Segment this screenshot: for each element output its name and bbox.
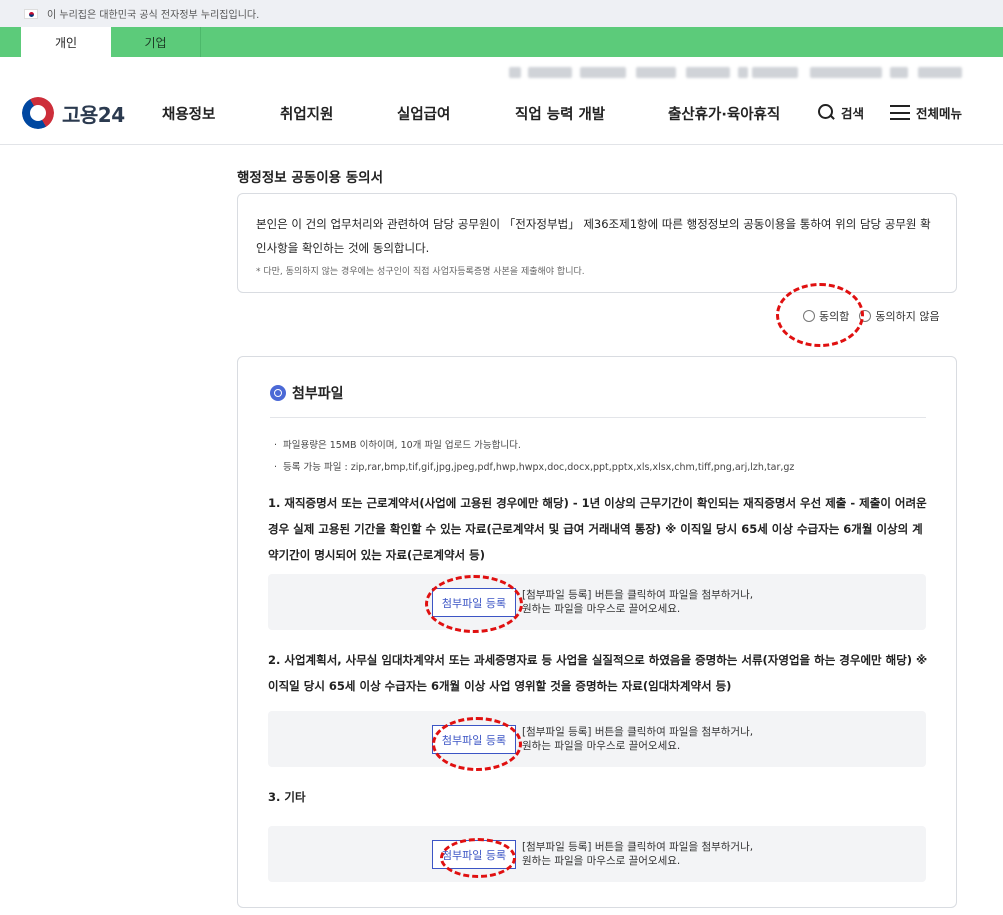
nav-parental-leave[interactable]: 출산휴가·육아휴직: [668, 103, 808, 124]
consent-radio-group: 동의함 동의하지 않음: [803, 308, 940, 324]
nav-unemployment-benefit[interactable]: 실업급여: [397, 103, 515, 124]
consent-body: 본인은 이 건의 업무처리와 관련하여 담당 공무원이 「전자정부법」 제36조…: [256, 217, 931, 255]
agree-label[interactable]: 동의함: [819, 308, 849, 324]
info-file-types: 등록 가능 파일 : zip,rar,bmp,tif,gif,jpg,jpeg,…: [274, 459, 794, 473]
logo-text: 고용24: [62, 102, 125, 127]
header-actions: 검색 전체메뉴: [818, 103, 962, 122]
dropzone-hint-3: [첨부파일 등록] 버튼을 클릭하여 파일을 첨부하거나, 원하는 파일을 마우…: [522, 841, 754, 867]
korean-flag-icon: [24, 8, 38, 19]
search-icon[interactable]: [818, 104, 835, 121]
attachment-panel: 첨부파일 파일용량은 15MB 이하이며, 10개 파일 업로드 가능합니다. …: [237, 356, 957, 908]
utility-links-blurred: [0, 57, 1003, 93]
consent-box: 본인은 이 건의 업무처리와 관련하여 담당 공무원이 「전자정부법」 제36조…: [237, 193, 957, 293]
dropzone-hint-1: [첨부파일 등록] 버튼을 클릭하여 파일을 첨부하거나, 원하는 파일을 마우…: [522, 589, 754, 615]
attachment-header: 첨부파일: [270, 383, 344, 403]
paperclip-icon: [270, 385, 286, 401]
tab-business[interactable]: 기업: [111, 27, 201, 57]
consent-note: * 다만, 동의하지 않는 경우에는 성구인이 직접 사업자등록증명 사본을 제…: [256, 267, 585, 277]
dropzone-hint-2: [첨부파일 등록] 버튼을 클릭하여 파일을 첨부하거나, 원하는 파일을 마우…: [522, 726, 754, 752]
hamburger-menu-icon[interactable]: [890, 105, 911, 120]
consent-title: 행정정보 공동이용 동의서: [237, 170, 384, 186]
nav-vocational-training[interactable]: 직업 능력 개발: [515, 103, 668, 124]
divider: [270, 417, 926, 418]
requirement-3: 3. 기타: [268, 790, 306, 804]
logo-emblem-icon: [22, 97, 54, 129]
info-file-size: 파일용량은 15MB 이하이며, 10개 파일 업로드 가능합니다.: [274, 437, 521, 451]
attach-file-button-1[interactable]: 첨부파일 등록: [432, 588, 516, 617]
attachment-title: 첨부파일: [292, 386, 344, 402]
site-logo[interactable]: 고용24: [22, 97, 125, 129]
nav-job-info[interactable]: 채용정보: [162, 103, 280, 124]
disagree-label[interactable]: 동의하지 않음: [875, 308, 939, 324]
requirement-2: 2. 사업계획서, 사무실 임대차계약서 또는 과세증명자료 등 사업을 실질적…: [268, 653, 928, 693]
attach-file-button-2[interactable]: 첨부파일 등록: [432, 725, 516, 754]
dropzone-3[interactable]: 첨부파일 등록 [첨부파일 등록] 버튼을 클릭하여 파일을 첨부하거나, 원하…: [268, 826, 926, 882]
disagree-radio[interactable]: [859, 310, 872, 322]
dropzone-1[interactable]: 첨부파일 등록 [첨부파일 등록] 버튼을 클릭하여 파일을 첨부하거나, 원하…: [268, 574, 926, 630]
tab-personal[interactable]: 개인: [21, 27, 111, 57]
agree-radio[interactable]: [803, 310, 815, 322]
gov-banner: 이 누리집은 대한민국 공식 전자정부 누리집입니다.: [0, 0, 1003, 27]
user-type-tabs: 개인 기업: [0, 27, 1003, 57]
attach-file-button-3[interactable]: 첨부파일 등록: [432, 840, 516, 869]
dropzone-2[interactable]: 첨부파일 등록 [첨부파일 등록] 버튼을 클릭하여 파일을 첨부하거나, 원하…: [268, 711, 926, 767]
full-menu-button[interactable]: 전체메뉴: [916, 103, 962, 122]
nav-employment-support[interactable]: 취업지원: [280, 103, 397, 124]
search-button[interactable]: 검색: [841, 103, 864, 122]
main-nav: 채용정보 취업지원 실업급여 직업 능력 개발 출산휴가·육아휴직: [162, 103, 808, 124]
site-header: 고용24 채용정보 취업지원 실업급여 직업 능력 개발 출산휴가·육아휴직 검…: [0, 93, 1003, 145]
gov-banner-text: 이 누리집은 대한민국 공식 전자정부 누리집입니다.: [47, 10, 260, 21]
requirement-1: 1. 재직증명서 또는 근로계약서(사업에 고용된 경우에만 해당) - 1년 …: [268, 496, 927, 562]
